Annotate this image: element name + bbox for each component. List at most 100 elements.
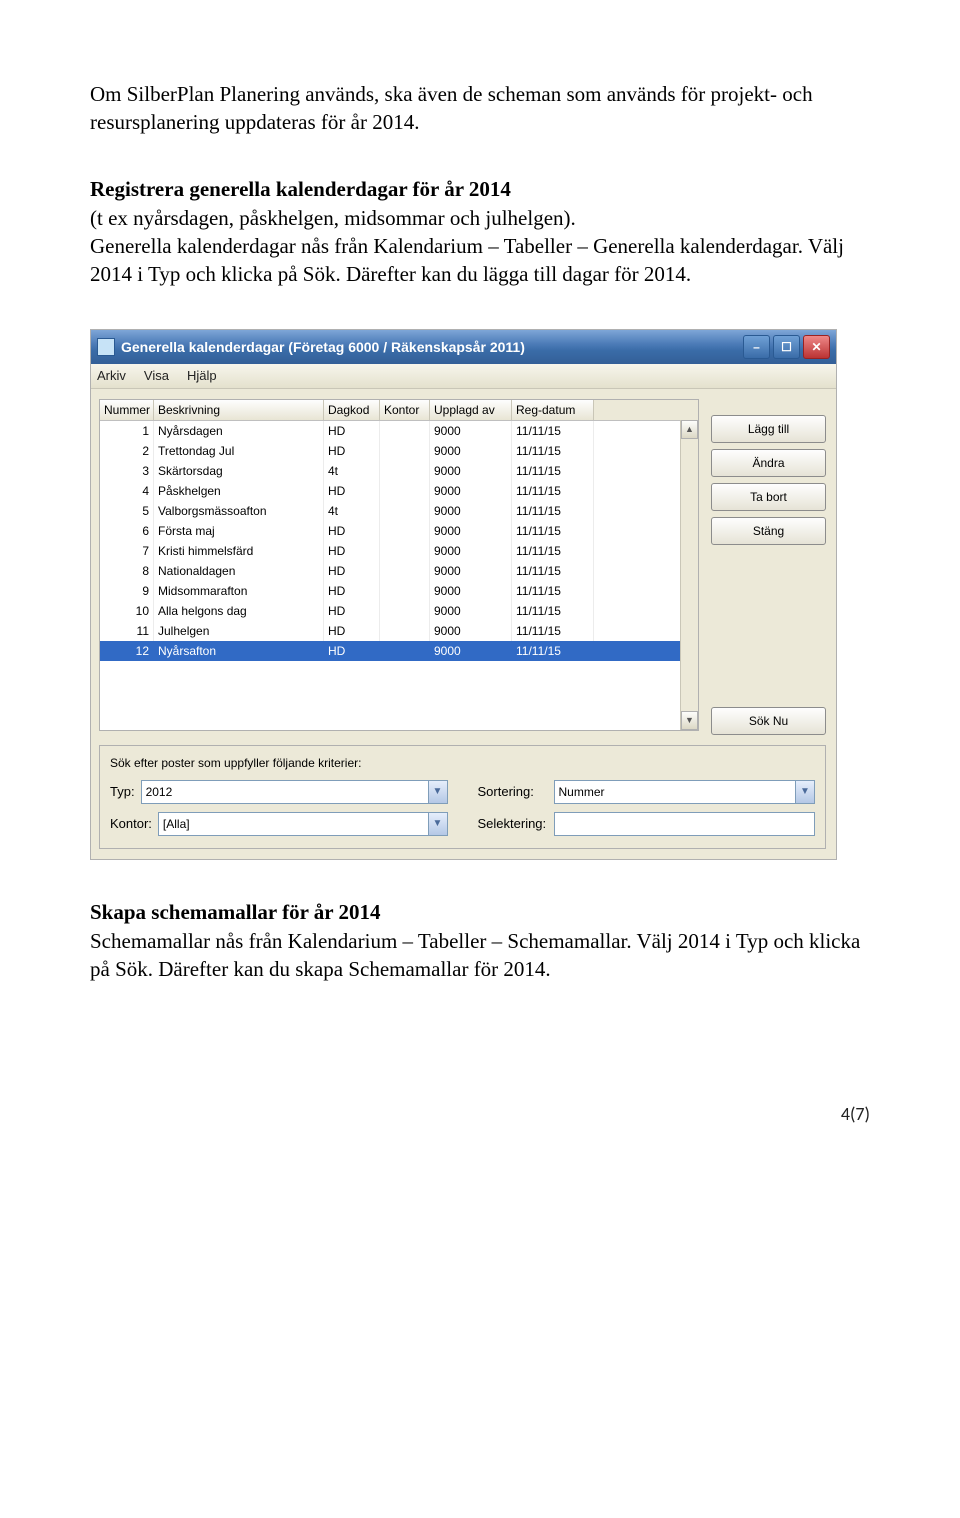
table-cell: 7 <box>100 541 154 561</box>
search-panel: Sök efter poster som uppfyller följande … <box>99 745 826 849</box>
table-row[interactable]: 1NyårsdagenHD900011/11/15 <box>100 421 698 441</box>
table-cell: 9000 <box>430 621 512 641</box>
table-cell: HD <box>324 561 380 581</box>
scroll-up-icon[interactable]: ▲ <box>681 420 698 439</box>
th-dagkod[interactable]: Dagkod <box>324 400 380 420</box>
table-row[interactable]: 10Alla helgons dagHD900011/11/15 <box>100 601 698 621</box>
table-cell <box>380 441 430 461</box>
table-cell: 11/11/15 <box>512 561 594 581</box>
table-cell: 9000 <box>430 601 512 621</box>
table-row[interactable]: 5Valborgsmässoafton4t900011/11/15 <box>100 501 698 521</box>
table-cell: Skärtorsdag <box>154 461 324 481</box>
table-cell: 3 <box>100 461 154 481</box>
table-cell <box>380 541 430 561</box>
chevron-down-icon: ▼ <box>428 781 447 803</box>
paragraph-registrera: (t ex nyårsdagen, påskhelgen, midsommar … <box>90 204 870 289</box>
table-header: Nummer Beskrivning Dagkod Kontor Upplagd… <box>100 400 698 421</box>
table-cell: 9000 <box>430 541 512 561</box>
table-row[interactable]: 6Första majHD900011/11/15 <box>100 521 698 541</box>
menu-arkiv[interactable]: Arkiv <box>97 368 126 383</box>
table-cell: 2 <box>100 441 154 461</box>
text: Generella kalenderdagar nås från Kalenda… <box>90 234 844 286</box>
table-cell <box>380 461 430 481</box>
table-cell: 4 <box>100 481 154 501</box>
maximize-button[interactable]: ☐ <box>773 335 800 359</box>
add-button[interactable]: Lägg till <box>711 415 826 443</box>
scroll-down-icon[interactable]: ▼ <box>681 711 698 730</box>
page-number: 4(7) <box>90 1103 870 1125</box>
table-cell: Midsommarafton <box>154 581 324 601</box>
table-row[interactable]: 12NyårsaftonHD900011/11/15 <box>100 641 698 661</box>
table-cell: Valborgsmässoafton <box>154 501 324 521</box>
table-cell: 1 <box>100 421 154 441</box>
table-cell: 11/11/15 <box>512 421 594 441</box>
scrollbar[interactable]: ▲ ▼ <box>680 420 698 730</box>
table-cell: Påskhelgen <box>154 481 324 501</box>
menu-visa[interactable]: Visa <box>144 368 169 383</box>
table-cell: Julhelgen <box>154 621 324 641</box>
table-row[interactable]: 2Trettondag JulHD900011/11/15 <box>100 441 698 461</box>
kontor-label: Kontor: <box>110 816 152 831</box>
table-row[interactable]: 11JulhelgenHD900011/11/15 <box>100 621 698 641</box>
table-row[interactable]: 7Kristi himmelsfärdHD900011/11/15 <box>100 541 698 561</box>
search-heading: Sök efter poster som uppfyller följande … <box>110 756 815 770</box>
table-cell: Kristi himmelsfärd <box>154 541 324 561</box>
table-cell <box>380 581 430 601</box>
table-cell: 11/11/15 <box>512 641 594 661</box>
typ-label: Typ: <box>110 784 135 799</box>
table-cell <box>380 561 430 581</box>
th-beskrivning[interactable]: Beskrivning <box>154 400 324 420</box>
kontor-combo[interactable]: [Alla] ▼ <box>158 812 448 836</box>
table-cell <box>380 521 430 541</box>
edit-button[interactable]: Ändra <box>711 449 826 477</box>
paragraph-intro: Om SilberPlan Planering används, ska äve… <box>90 80 870 137</box>
close-button[interactable]: ✕ <box>803 335 830 359</box>
table-cell: 9000 <box>430 581 512 601</box>
th-kontor[interactable]: Kontor <box>380 400 430 420</box>
th-upplagd[interactable]: Upplagd av <box>430 400 512 420</box>
table-cell: 9000 <box>430 561 512 581</box>
close-panel-button[interactable]: Stäng <box>711 517 826 545</box>
table-cell: 9 <box>100 581 154 601</box>
data-table[interactable]: Nummer Beskrivning Dagkod Kontor Upplagd… <box>99 399 699 731</box>
table-cell: Alla helgons dag <box>154 601 324 621</box>
table-cell: 9000 <box>430 421 512 441</box>
menu-hjalp[interactable]: Hjälp <box>187 368 217 383</box>
table-cell: 11/11/15 <box>512 481 594 501</box>
th-regdatum[interactable]: Reg-datum <box>512 400 594 420</box>
table-cell <box>380 481 430 501</box>
search-now-button[interactable]: Sök Nu <box>711 707 826 735</box>
table-cell: 12 <box>100 641 154 661</box>
table-cell: 9000 <box>430 481 512 501</box>
typ-value: 2012 <box>146 785 173 799</box>
selektering-input[interactable] <box>554 812 816 836</box>
table-cell: 11/11/15 <box>512 581 594 601</box>
table-cell: HD <box>324 521 380 541</box>
minimize-button[interactable]: – <box>743 335 770 359</box>
sortering-label: Sortering: <box>478 784 548 799</box>
table-cell: 10 <box>100 601 154 621</box>
sortering-combo[interactable]: Nummer ▼ <box>554 780 816 804</box>
typ-combo[interactable]: 2012 ▼ <box>141 780 448 804</box>
table-cell: HD <box>324 641 380 661</box>
table-cell: 11/11/15 <box>512 601 594 621</box>
table-cell: 9000 <box>430 501 512 521</box>
table-cell: Nyårsdagen <box>154 421 324 441</box>
text: (t ex nyårsdagen, påskhelgen, midsommar … <box>90 206 576 230</box>
table-cell: HD <box>324 441 380 461</box>
table-cell: HD <box>324 541 380 561</box>
table-cell: HD <box>324 481 380 501</box>
table-row[interactable]: 9MidsommaraftonHD900011/11/15 <box>100 581 698 601</box>
table-cell: 11/11/15 <box>512 621 594 641</box>
sortering-value: Nummer <box>559 785 605 799</box>
table-row[interactable]: 4PåskhelgenHD 900011/11/15 <box>100 481 698 501</box>
th-nummer[interactable]: Nummer <box>100 400 154 420</box>
titlebar: Generella kalenderdagar (Företag 6000 / … <box>91 330 836 364</box>
table-row[interactable]: 8NationaldagenHD900011/11/15 <box>100 561 698 581</box>
table-row[interactable]: 3Skärtorsdag4t900011/11/15 <box>100 461 698 481</box>
table-cell: 11 <box>100 621 154 641</box>
delete-button[interactable]: Ta bort <box>711 483 826 511</box>
menubar: Arkiv Visa Hjälp <box>91 364 836 389</box>
table-cell: 4t <box>324 501 380 521</box>
table-cell: Första maj <box>154 521 324 541</box>
